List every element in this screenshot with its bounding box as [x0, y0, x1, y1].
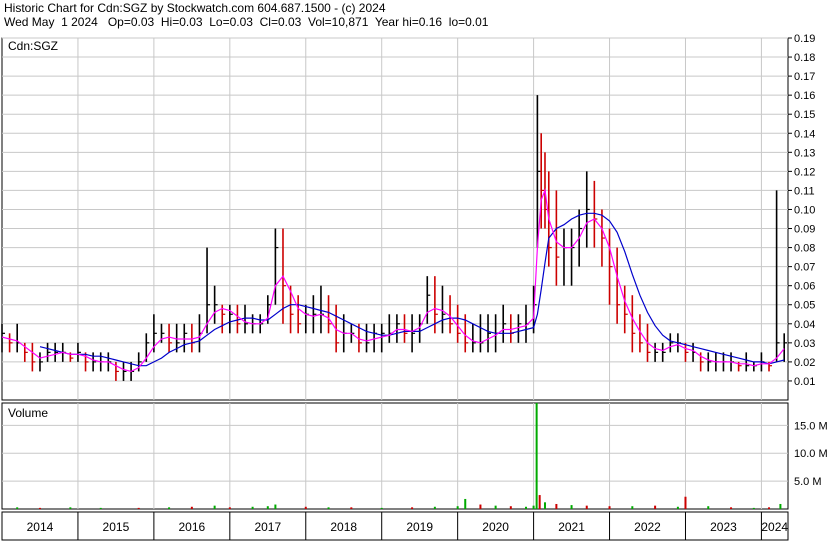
x-tick-label: 2017 — [254, 520, 281, 534]
price-y-tick-label: 0.12 — [794, 166, 815, 178]
price-y-tick-label: 0.19 — [794, 33, 815, 45]
volume-bar — [350, 507, 353, 509]
volume-bar — [69, 507, 72, 509]
x-tick-label: 2020 — [482, 520, 509, 534]
x-tick-label: 2022 — [634, 520, 661, 534]
volume-bar — [684, 496, 687, 509]
price-legend-label: Cdn:SGZ — [8, 39, 58, 53]
volume-bar — [99, 507, 102, 509]
volume-bar — [730, 507, 733, 509]
volume-bar — [707, 506, 710, 509]
price-y-tick-label: 0.06 — [794, 281, 815, 293]
volume-bar — [676, 506, 679, 509]
price-y-tick-label: 0.14 — [794, 128, 815, 140]
volume-bar — [433, 506, 436, 509]
x-tick-label: 2021 — [558, 520, 585, 534]
volume-bar — [532, 505, 535, 509]
price-y-tick-label: 0.13 — [794, 147, 815, 159]
volume-bar — [509, 506, 512, 509]
volume-bar — [190, 506, 193, 509]
volume-bar — [535, 403, 538, 509]
price-y-tick-label: 0.11 — [794, 185, 815, 197]
volume-bar — [654, 505, 657, 509]
volume-bar — [380, 507, 383, 509]
price-y-tick-label: 0.03 — [794, 338, 815, 350]
x-tick-label: 2019 — [406, 520, 433, 534]
x-tick-label: 2024 — [761, 520, 788, 534]
volume-bar — [768, 507, 771, 509]
volume-panel-frame — [1, 402, 789, 510]
price-y-tick-label: 0.08 — [794, 243, 815, 255]
price-y-tick-label: 0.17 — [794, 71, 815, 83]
volume-bar — [266, 506, 269, 509]
volume-bar — [38, 507, 41, 509]
price-y-tick-label: 0.07 — [794, 262, 815, 274]
price-y-tick-label: 0.05 — [794, 300, 815, 312]
volume-bar — [538, 495, 541, 509]
volume-bar — [228, 507, 231, 509]
price-y-tick-label: 0.01 — [794, 376, 815, 388]
volume-bar — [631, 506, 634, 509]
volume-bar — [479, 504, 482, 509]
x-tick-label: 2023 — [710, 520, 737, 534]
chart-canvas: 2014 2015 2016 2017 2018 2019 2020 2021 2022 2023… — [1, 33, 828, 541]
volume-bar — [608, 506, 611, 509]
x-tick-label: 2014 — [27, 520, 54, 534]
volume-y-tick-label: 5.0 M — [794, 476, 822, 488]
volume-bar — [168, 507, 171, 509]
price-y-tick-label: 0.15 — [794, 109, 815, 121]
volume-bar — [274, 504, 277, 509]
price-y-tick-label: 0.10 — [794, 204, 815, 216]
volume-bar — [570, 505, 573, 509]
volume-panel-title: Volume — [8, 406, 48, 420]
volume-bar — [543, 502, 546, 509]
volume-bar — [213, 505, 216, 509]
volume-bar — [251, 506, 254, 509]
volume-bar — [494, 505, 497, 509]
volume-bar — [525, 506, 527, 509]
volume-bar — [555, 503, 558, 509]
x-tick-label: 2015 — [103, 520, 130, 534]
volume-bar — [16, 507, 19, 509]
volume-bar — [304, 506, 307, 509]
price-y-tick-label: 0.09 — [794, 224, 815, 236]
volume-bar — [464, 498, 467, 509]
historic-chart: Historic Chart for Cdn:SGZ by Stockwatch… — [0, 0, 830, 543]
price-y-tick-label: 0.04 — [794, 319, 815, 331]
volume-bar — [411, 507, 414, 509]
volume-bar — [137, 507, 140, 509]
x-tick-label: 2018 — [330, 520, 357, 534]
volume-y-tick-label: 15.0 M — [794, 420, 828, 432]
volume-bar — [779, 503, 782, 509]
volume-y-tick-label: 10.0 M — [794, 448, 828, 460]
volume-bar — [585, 505, 588, 509]
price-y-tick-label: 0.18 — [794, 52, 815, 64]
volume-bar — [456, 506, 459, 509]
volume-bar — [752, 507, 755, 509]
price-y-tick-label: 0.02 — [794, 357, 815, 369]
price-y-tick-label: 0.16 — [794, 90, 815, 102]
x-tick-label: 2016 — [179, 520, 206, 534]
volume-bar — [327, 507, 330, 509]
